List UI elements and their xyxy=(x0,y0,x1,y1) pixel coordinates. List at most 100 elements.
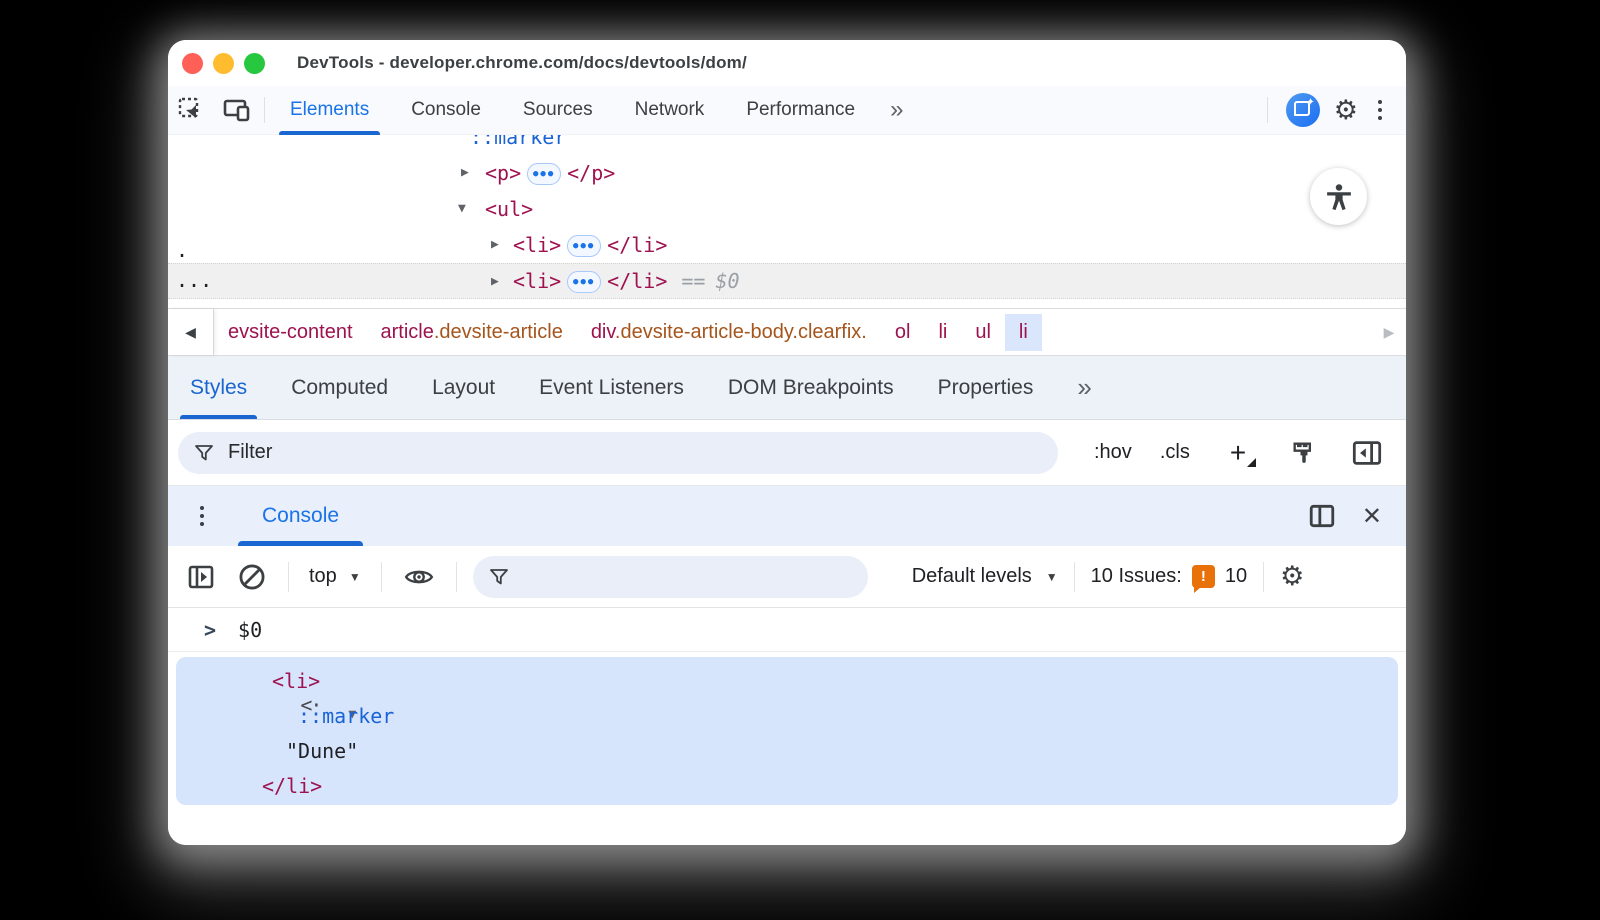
breadcrumb-scroll-left-button[interactable]: ◀ xyxy=(168,309,214,355)
drawer-menu-icon[interactable] xyxy=(194,504,210,528)
li-open-tag: <li> xyxy=(513,269,561,293)
zoom-window-button[interactable] xyxy=(244,53,265,74)
main-toolbar: Elements Console Sources Network Perform… xyxy=(168,86,1406,135)
window-title: DevTools - developer.chrome.com/docs/dev… xyxy=(297,53,747,73)
li-close-tag: </li> xyxy=(607,269,667,293)
toggle-class-button[interactable]: .cls xyxy=(1160,441,1190,464)
levels-label: Default levels xyxy=(912,565,1032,588)
window-controls xyxy=(168,53,265,74)
rendering-brush-icon[interactable] xyxy=(1290,439,1318,467)
tab-sources-label: Sources xyxy=(523,99,593,121)
tab-elements[interactable]: Elements xyxy=(269,86,390,134)
accessibility-overlay-button[interactable] xyxy=(1310,168,1367,225)
close-window-button[interactable] xyxy=(182,53,203,74)
breadcrumb-item[interactable]: div.devsite-article-body.clearfix. xyxy=(577,314,881,351)
elements-dom-tree: ::marker ▶ <p>●●●</p> ▼ <ul> ▶ <li>●●●</… xyxy=(168,135,1406,308)
chevron-left-icon: ◀ xyxy=(185,324,196,341)
styles-tab-bar: Styles Computed Layout Event Listeners D… xyxy=(168,356,1406,420)
console-toolbar: top ▼ Default levels ▼ 10 Issues: ! 10 xyxy=(168,546,1406,608)
tab-computed[interactable]: Computed xyxy=(269,356,410,419)
tab-properties[interactable]: Properties xyxy=(916,356,1056,419)
breadcrumb-item[interactable]: article.devsite-article xyxy=(367,314,577,351)
ellipsis-expand-icon[interactable]: ●●● xyxy=(567,271,601,293)
dollar-zero-label: $0 xyxy=(715,269,739,293)
ellipsis-expand-icon[interactable]: ●●● xyxy=(527,163,561,185)
dom-row-p[interactable]: ▶ <p>●●●</p> xyxy=(168,155,1406,191)
issues-count: 10 xyxy=(1225,565,1247,588)
split-panel-icon[interactable] xyxy=(1308,503,1336,529)
tab-styles[interactable]: Styles xyxy=(168,356,269,419)
toggle-hover-state-button[interactable]: :hov xyxy=(1094,441,1132,464)
p-open-tag: <p> xyxy=(485,161,521,185)
close-drawer-icon[interactable]: ✕ xyxy=(1362,502,1382,531)
inspect-element-icon[interactable] xyxy=(168,92,214,128)
breadcrumb-item[interactable]: li xyxy=(924,314,961,351)
equals-sign: == xyxy=(681,269,705,293)
issues-counter[interactable]: 10 Issues: ! 10 xyxy=(1091,565,1247,588)
tab-network-label: Network xyxy=(635,99,705,121)
devtools-window: DevTools - developer.chrome.com/docs/dev… xyxy=(168,40,1406,845)
issues-label: 10 Issues: xyxy=(1091,565,1182,588)
toolbar-divider xyxy=(1267,97,1268,123)
tab-event-listeners[interactable]: Event Listeners xyxy=(517,356,706,419)
tab-console-label: Console xyxy=(411,99,481,121)
javascript-context-select[interactable]: top ▼ xyxy=(299,565,371,588)
tab-network[interactable]: Network xyxy=(614,86,726,134)
console-settings-gear-icon[interactable]: ⚙ xyxy=(1280,563,1304,590)
dock-sidebar-icon[interactable] xyxy=(1352,439,1382,467)
dom-row-li-1[interactable]: ▶ <li>●●●</li> xyxy=(168,227,1406,263)
new-style-rule-button[interactable]: + xyxy=(1230,437,1256,469)
tab-performance-label: Performance xyxy=(746,99,855,121)
console-prompt-icon: > xyxy=(204,618,216,642)
chevron-down-icon: ▼ xyxy=(1046,570,1058,584)
expand-arrow-icon[interactable]: ▶ xyxy=(491,237,499,252)
issues-badge-icon: ! xyxy=(1192,565,1215,588)
breadcrumb-item[interactable]: ul xyxy=(961,314,1005,351)
filter-funnel-icon xyxy=(489,567,509,587)
breadcrumb-item[interactable]: ol xyxy=(881,314,925,351)
tab-elements-label: Elements xyxy=(290,99,369,121)
drawer-tab-console[interactable]: Console xyxy=(238,486,363,546)
marker-pseudo-label: ::marker xyxy=(298,704,394,728)
tab-layout[interactable]: Layout xyxy=(410,356,517,419)
tab-dom-breakpoints[interactable]: DOM Breakpoints xyxy=(706,356,916,419)
dom-row-li-selected[interactable]: ▶ <li> ●●● </li> == $0 xyxy=(168,263,1406,299)
more-tabs-icon[interactable]: » xyxy=(1077,372,1091,403)
marker-pseudo-label: ::marker xyxy=(470,135,566,149)
device-toolbar-icon[interactable] xyxy=(214,92,260,128)
console-filter-input[interactable] xyxy=(473,556,868,598)
console-sidebar-icon[interactable] xyxy=(176,565,226,589)
context-label: top xyxy=(309,565,337,588)
tab-console[interactable]: Console xyxy=(390,86,502,134)
styles-filter-input[interactable]: Filter xyxy=(178,432,1058,474)
breadcrumb-item-selected[interactable]: li xyxy=(1005,314,1042,351)
chevron-down-icon: ▼ xyxy=(349,570,361,584)
filter-funnel-icon xyxy=(194,443,214,463)
ai-assistant-icon[interactable]: ✦ xyxy=(1286,93,1320,127)
more-options-icon[interactable] xyxy=(1372,98,1388,122)
expand-arrow-icon[interactable]: ▶ xyxy=(461,165,469,180)
console-result-highlighted[interactable]: <· ▼ <li> ::marker "Dune" </li> xyxy=(176,657,1398,805)
tab-sources[interactable]: Sources xyxy=(502,86,614,134)
clear-console-icon[interactable] xyxy=(226,563,278,591)
console-command-row[interactable]: > $0 xyxy=(168,608,1406,652)
more-tabs-icon[interactable]: » xyxy=(876,96,917,124)
minimize-window-button[interactable] xyxy=(213,53,234,74)
log-levels-select[interactable]: Default levels ▼ xyxy=(912,565,1058,588)
dom-row-marker-clipped[interactable]: ::marker xyxy=(168,135,1406,155)
settings-gear-icon[interactable]: ⚙ xyxy=(1334,97,1358,124)
dom-row-ul[interactable]: ▼ <ul> xyxy=(168,191,1406,227)
expand-arrow-icon[interactable]: ▶ xyxy=(491,274,499,289)
active-tab-underline xyxy=(238,541,363,546)
chevron-right-icon: ▶ xyxy=(1384,324,1395,341)
tab-performance[interactable]: Performance xyxy=(725,86,876,134)
dom-text-fragment: . xyxy=(176,238,188,262)
title-bar: DevTools - developer.chrome.com/docs/dev… xyxy=(168,40,1406,86)
ellipsis-expand-icon[interactable]: ●●● xyxy=(567,235,601,257)
collapse-arrow-icon[interactable]: ▼ xyxy=(458,201,466,216)
person-icon xyxy=(1324,182,1354,212)
breadcrumb-item[interactable]: evsite-content xyxy=(214,314,367,351)
live-expression-eye-icon[interactable] xyxy=(392,564,446,590)
filter-placeholder: Filter xyxy=(228,441,272,464)
breadcrumb-scroll-right-button[interactable]: ▶ xyxy=(1372,324,1406,341)
